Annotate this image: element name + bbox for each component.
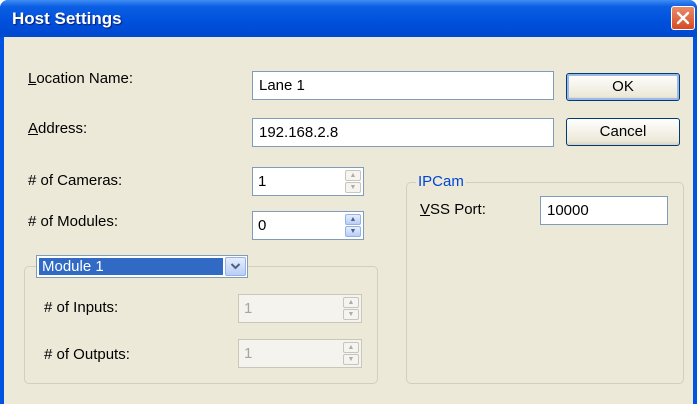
spin-up-arrow-icon[interactable]: ▲ — [345, 214, 361, 225]
vss-port-input[interactable]: 10000 — [540, 196, 668, 225]
address-input[interactable]: 192.168.2.8 — [252, 118, 554, 147]
spin-down-arrow-icon: ▼ — [343, 354, 359, 365]
dialog-client-area: Location Name: Lane 1 Address: 192.168.2… — [4, 37, 693, 404]
outputs-value: 1 — [244, 345, 253, 362]
module-select-value: Module 1 — [39, 258, 223, 275]
spin-down-arrow-icon[interactable]: ▼ — [345, 226, 361, 237]
module-select[interactable]: Module 1 — [36, 255, 248, 278]
chevron-down-icon[interactable] — [225, 257, 246, 276]
spin-up-arrow-icon: ▲ — [343, 297, 359, 308]
spin-down-arrow-icon[interactable]: ▼ — [345, 182, 361, 193]
cancel-button[interactable]: Cancel — [566, 118, 680, 146]
inputs-value: 1 — [244, 300, 253, 317]
cameras-value: 1 — [258, 173, 267, 190]
modules-label: # of Modules: — [28, 213, 119, 230]
inputs-spinner: 1 ▲ ▼ — [238, 294, 362, 323]
host-settings-window: Host Settings Location Name: Lane 1 Addr… — [0, 0, 697, 404]
outputs-label: # of Outputs: — [44, 346, 130, 363]
inputs-label: # of Inputs: — [44, 299, 119, 316]
ok-button[interactable]: OK — [566, 73, 680, 101]
modules-spinner[interactable]: 0 ▲ ▼ — [252, 211, 364, 240]
cameras-spinner[interactable]: 1 ▲ ▼ — [252, 167, 364, 196]
spin-up-arrow-icon: ▲ — [343, 342, 359, 353]
close-button[interactable] — [671, 6, 695, 30]
ipcam-group-title: IPCam — [416, 173, 466, 190]
close-x-icon — [676, 11, 690, 25]
cameras-label: # of Cameras: — [28, 172, 123, 189]
location-name-label: Location Name: — [28, 70, 134, 87]
vss-port-label: VSS Port: — [420, 201, 486, 218]
spin-down-arrow-icon: ▼ — [343, 309, 359, 320]
title-bar[interactable]: Host Settings — [0, 0, 697, 37]
spin-up-arrow-icon[interactable]: ▲ — [345, 170, 361, 181]
window-title: Host Settings — [12, 9, 122, 28]
outputs-spinner: 1 ▲ ▼ — [238, 339, 362, 368]
modules-value: 0 — [258, 217, 267, 234]
location-name-input[interactable]: Lane 1 — [252, 71, 554, 100]
address-label: Address: — [28, 120, 88, 137]
